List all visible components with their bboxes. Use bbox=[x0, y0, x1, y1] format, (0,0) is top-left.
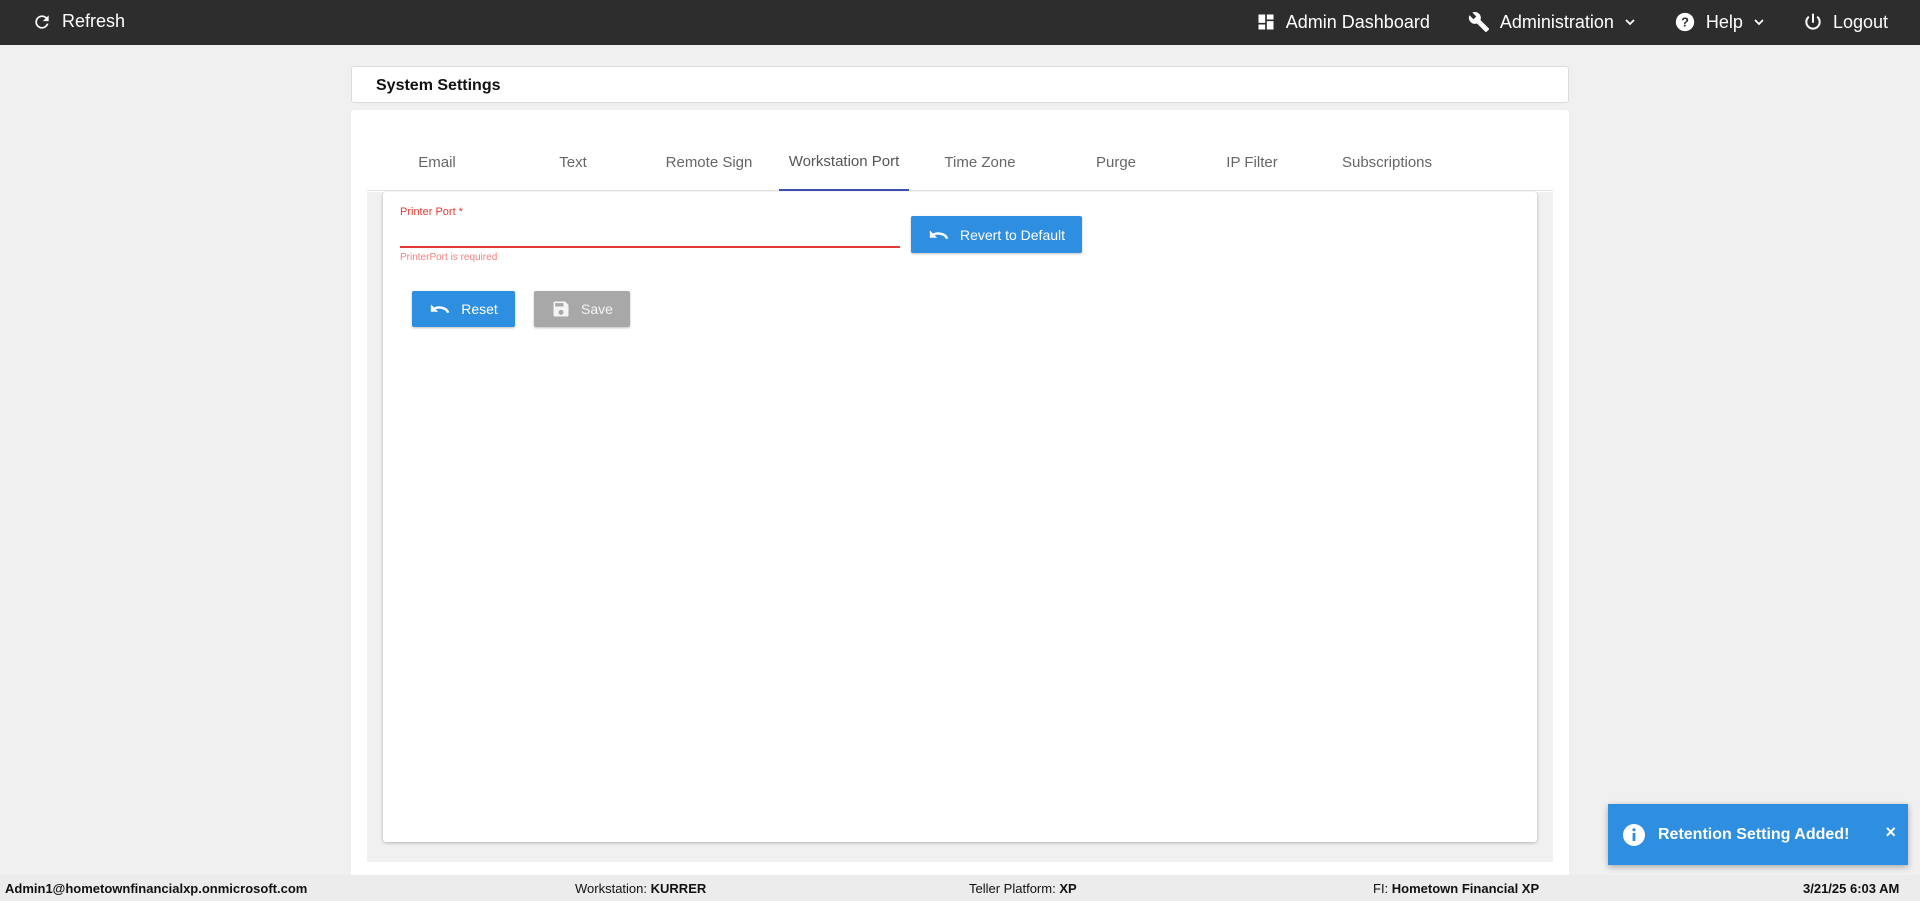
printer-port-error: PrinterPort is required bbox=[400, 252, 498, 263]
page-title: System Settings bbox=[376, 77, 501, 94]
reset-button[interactable]: Reset bbox=[412, 291, 515, 327]
help-menu[interactable]: ? Help bbox=[1674, 11, 1765, 33]
tab-email[interactable]: Email bbox=[372, 134, 502, 191]
revert-to-default-button[interactable]: Revert to Default bbox=[911, 216, 1082, 253]
chevron-down-icon bbox=[1754, 19, 1764, 26]
printer-port-label: Printer Port * bbox=[400, 206, 463, 218]
settings-card: Email Text Remote Sign Workstation Port … bbox=[351, 110, 1569, 876]
administration-label: Administration bbox=[1499, 11, 1614, 32]
admin-dashboard-label: Admin Dashboard bbox=[1285, 11, 1430, 32]
undo-icon bbox=[929, 229, 949, 239]
svg-text:?: ? bbox=[1681, 15, 1689, 30]
printer-port-field: Printer Port * PrinterPort is required bbox=[400, 206, 900, 263]
printer-port-input[interactable] bbox=[400, 222, 900, 248]
wrench-icon bbox=[1468, 12, 1489, 33]
toast-notification: Retention Setting Added! × bbox=[1608, 804, 1908, 865]
info-icon bbox=[1623, 823, 1645, 846]
footer-user: Admin1@hometownfinancialxp.onmicrosoft.c… bbox=[5, 881, 308, 896]
chevron-down-icon bbox=[1625, 19, 1635, 26]
footer-datetime: 3/21/25 6:03 AM bbox=[1803, 881, 1900, 896]
logout-button[interactable]: Logout bbox=[1803, 11, 1888, 33]
page-header-card: System Settings bbox=[351, 66, 1569, 103]
top-navbar: Refresh Admin Dashboard Administration ?… bbox=[0, 0, 1920, 45]
refresh-icon bbox=[35, 14, 49, 29]
tab-remote-sign[interactable]: Remote Sign bbox=[644, 134, 774, 191]
status-footer: Admin1@hometownfinancialxp.onmicrosoft.c… bbox=[0, 875, 1920, 901]
help-icon: ? bbox=[1675, 12, 1695, 32]
tab-text[interactable]: Text bbox=[508, 134, 638, 191]
revert-to-default-label: Revert to Default bbox=[959, 226, 1066, 243]
refresh-label: Refresh bbox=[62, 11, 126, 31]
undo-icon bbox=[431, 304, 450, 314]
dashboard-icon bbox=[1258, 14, 1274, 30]
tab-workstation-port[interactable]: Workstation Port bbox=[779, 134, 909, 191]
save-button[interactable]: Save bbox=[534, 291, 630, 327]
reset-label: Reset bbox=[461, 301, 498, 317]
footer-workstation: Workstation: KURRER bbox=[575, 881, 707, 896]
toast-message: Retention Setting Added! bbox=[1658, 825, 1850, 843]
toast-close-button[interactable]: × bbox=[1885, 822, 1896, 843]
tab-subscriptions[interactable]: Subscriptions bbox=[1322, 134, 1452, 191]
tab-purge[interactable]: Purge bbox=[1051, 134, 1181, 191]
workstation-port-panel: Printer Port * PrinterPort is required R… bbox=[383, 192, 1537, 842]
footer-fi: FI: Hometown Financial XP bbox=[1373, 881, 1540, 896]
help-label: Help bbox=[1705, 11, 1743, 32]
settings-tabs: Email Text Remote Sign Workstation Port … bbox=[367, 134, 1553, 191]
admin-dashboard-link[interactable]: Admin Dashboard bbox=[1256, 11, 1430, 33]
footer-teller-platform: Teller Platform: XP bbox=[969, 881, 1077, 896]
refresh-button[interactable]: Refresh bbox=[32, 11, 125, 32]
power-icon bbox=[1805, 13, 1821, 30]
administration-menu[interactable]: Administration bbox=[1468, 11, 1636, 33]
tab-ip-filter[interactable]: IP Filter bbox=[1187, 134, 1317, 191]
floppy-disk-icon bbox=[553, 301, 569, 317]
save-label: Save bbox=[581, 301, 613, 317]
tab-time-zone[interactable]: Time Zone bbox=[915, 134, 1045, 191]
logout-label: Logout bbox=[1832, 11, 1888, 32]
